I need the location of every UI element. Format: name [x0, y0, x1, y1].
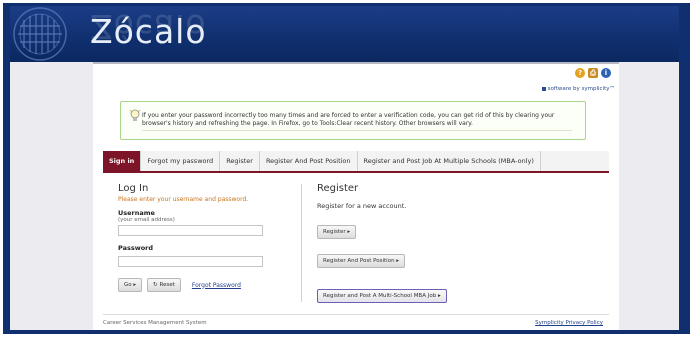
tab-register[interactable]: Register — [220, 151, 260, 171]
brand-name-reflection: Zócalo — [90, 7, 207, 46]
footer-system-name: Career Services Management System — [103, 320, 207, 326]
login-panel: Log In Please enter your username and pa… — [118, 183, 288, 292]
notice-rule — [142, 130, 572, 131]
forgot-password-link[interactable]: Forgot Password — [192, 282, 241, 289]
powered-by[interactable]: software by symplicity™ — [541, 86, 615, 92]
content-top-rule — [93, 62, 619, 64]
register-button[interactable]: Register ▸ — [317, 225, 357, 239]
register-multi-school-button[interactable]: Register and Post A Multi-School MBA Job… — [317, 289, 447, 303]
main-content: ? ⎙ i software by symplicity™ If you ent… — [93, 62, 619, 330]
register-post-position-button[interactable]: Register And Post Position ▸ — [317, 254, 406, 268]
notice-text: If you enter your password incorrectly t… — [142, 112, 555, 127]
help-icon[interactable]: ? — [575, 68, 585, 78]
tab-bar: Sign in Forgot my password Register Regi… — [103, 151, 609, 173]
tab-sign-in[interactable]: Sign in — [103, 151, 142, 171]
password-label: Password — [118, 244, 154, 252]
notice-box: If you enter your password incorrectly t… — [120, 101, 586, 140]
site-header: Zócalo Zócalo — [10, 6, 679, 62]
login-hint: Please enter your username and password. — [118, 196, 249, 203]
register-title: Register — [317, 183, 359, 194]
tab-forgot-password[interactable]: Forgot my password — [141, 151, 221, 171]
print-icon[interactable]: ⎙ — [588, 68, 598, 78]
logo-emblem-icon — [10, 6, 82, 62]
powered-by-text: software by symplicity™ — [547, 86, 615, 92]
utility-icons: ? ⎙ i — [575, 68, 611, 78]
username-label: Username — [118, 209, 155, 217]
login-title: Log In — [118, 183, 149, 194]
lightbulb-icon — [129, 108, 141, 122]
tab-register-multi-school[interactable]: Register and Post Job At Multiple School… — [358, 151, 541, 171]
password-input[interactable] — [118, 256, 263, 267]
username-sublabel: (your email address) — [118, 217, 175, 223]
register-panel: Register Register for a new account. Reg… — [317, 183, 577, 303]
register-description: Register for a new account. — [317, 202, 407, 210]
footer: Career Services Management System Sympli… — [103, 314, 609, 328]
go-button[interactable]: Go ▸ — [118, 278, 143, 292]
username-input[interactable] — [118, 225, 263, 236]
symplicity-logo-icon — [541, 86, 546, 91]
info-icon[interactable]: i — [601, 68, 611, 78]
reset-button[interactable]: ↻ Reset — [147, 278, 181, 292]
column-divider — [301, 184, 302, 302]
privacy-policy-link[interactable]: Symplicity Privacy Policy — [535, 320, 603, 326]
page-background: ? ⎙ i software by symplicity™ If you ent… — [10, 62, 679, 330]
tab-register-post-position[interactable]: Register And Post Position — [260, 151, 358, 171]
